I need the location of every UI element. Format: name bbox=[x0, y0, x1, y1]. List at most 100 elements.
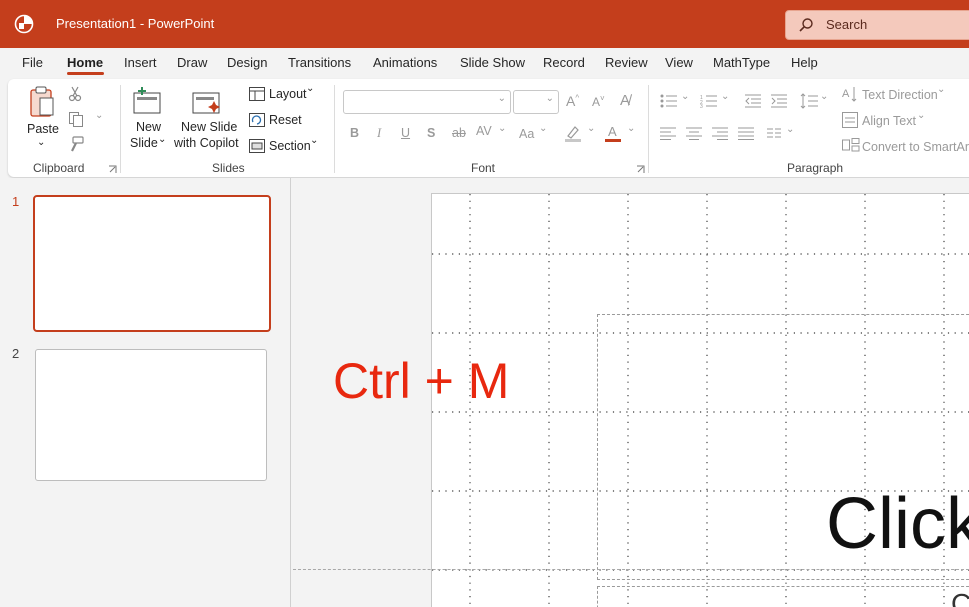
tab-animations[interactable]: Animations bbox=[373, 55, 437, 70]
align-left-icon[interactable] bbox=[660, 127, 676, 140]
font-name-select[interactable]: ⌄ bbox=[343, 90, 511, 114]
paste-button-label[interactable]: Paste bbox=[27, 122, 59, 136]
tab-transitions[interactable]: Transitions bbox=[288, 55, 351, 70]
tab-home[interactable]: Home bbox=[67, 55, 103, 70]
chevron-down-icon[interactable]: ⌄ bbox=[786, 124, 794, 135]
decrease-font-size-icon[interactable]: A˅ bbox=[592, 94, 605, 109]
clear-formatting-icon[interactable]: A̸ bbox=[620, 92, 630, 109]
copy-icon[interactable] bbox=[68, 111, 84, 127]
highlight-color-icon[interactable] bbox=[564, 125, 582, 143]
chevron-down-icon[interactable]: ⌄ bbox=[937, 84, 945, 95]
format-painter-icon[interactable] bbox=[68, 136, 84, 152]
tab-insert[interactable]: Insert bbox=[124, 55, 157, 70]
horizontal-guide[interactable] bbox=[293, 569, 969, 570]
clipboard-group-label: Clipboard bbox=[33, 161, 85, 175]
new-slide-copilot-label-2[interactable]: with Copilot bbox=[174, 136, 239, 150]
tab-slide-show[interactable]: Slide Show bbox=[460, 55, 525, 70]
slide-thumbnail-2[interactable] bbox=[35, 349, 267, 481]
chevron-down-icon[interactable]: ⌄ bbox=[820, 91, 828, 102]
align-center-icon[interactable] bbox=[686, 127, 702, 140]
font-size-select[interactable]: ⌄ bbox=[513, 90, 559, 114]
paste-chevron-down-icon[interactable]: ⌄ bbox=[37, 137, 45, 148]
font-group-label: Font bbox=[471, 161, 496, 175]
align-right-icon[interactable] bbox=[712, 127, 728, 140]
chevron-down-icon[interactable]: ⌄ bbox=[587, 123, 595, 134]
tab-record[interactable]: Record bbox=[543, 55, 585, 70]
text-direction-button[interactable]: Text Direction bbox=[862, 88, 938, 102]
convert-to-smartart-button[interactable]: Convert to SmartArt bbox=[862, 140, 969, 154]
tab-draw[interactable]: Draw bbox=[177, 55, 207, 70]
new-slide-label-1[interactable]: New bbox=[136, 120, 161, 134]
paragraph-group-label: Paragraph bbox=[787, 161, 844, 175]
strikethrough-icon[interactable]: ab bbox=[452, 126, 466, 140]
text-direction-icon[interactable]: A bbox=[842, 86, 858, 102]
dialog-launcher-icon[interactable] bbox=[636, 165, 645, 174]
copy-chevron-down-icon[interactable]: ⌄ bbox=[95, 110, 103, 121]
paste-icon[interactable] bbox=[28, 85, 56, 119]
character-spacing-icon[interactable]: AV bbox=[476, 124, 492, 138]
chevron-down-icon[interactable]: ⌄ bbox=[539, 123, 547, 134]
new-slide-icon[interactable] bbox=[133, 87, 163, 115]
slide-number-1: 1 bbox=[12, 194, 20, 209]
font-color-icon[interactable]: A bbox=[605, 124, 621, 143]
layout-chevron-down-icon[interactable]: ⌄ bbox=[306, 83, 314, 94]
slide-thumbnail-pane: 1 2 bbox=[0, 178, 290, 607]
ribbon-separator bbox=[334, 85, 335, 173]
tab-file[interactable]: File bbox=[22, 55, 43, 70]
svg-text:3: 3 bbox=[700, 104, 703, 108]
reset-button[interactable]: Reset bbox=[269, 113, 302, 127]
ribbon-home: Paste ⌄ ⌄ Clipboard New Slide ⌄ New Slid… bbox=[8, 79, 969, 177]
underline-icon[interactable]: U bbox=[401, 126, 410, 140]
increase-indent-icon[interactable] bbox=[771, 94, 787, 108]
svg-text:A: A bbox=[608, 124, 617, 139]
chevron-down-icon: ⌄ bbox=[545, 93, 554, 104]
tab-view[interactable]: View bbox=[665, 55, 693, 70]
chevron-down-icon[interactable]: ⌄ bbox=[721, 91, 729, 102]
chevron-down-icon[interactable]: ⌄ bbox=[627, 123, 635, 134]
powerpoint-logo-icon bbox=[14, 14, 34, 34]
text-shadow-icon[interactable]: S bbox=[427, 126, 435, 140]
numbering-icon[interactable]: 123 bbox=[700, 94, 718, 108]
section-icon[interactable] bbox=[249, 139, 265, 153]
bullets-icon[interactable] bbox=[660, 94, 678, 108]
increase-font-size-icon[interactable]: A^ bbox=[566, 93, 579, 109]
columns-icon[interactable] bbox=[767, 128, 781, 138]
cut-icon[interactable] bbox=[68, 86, 82, 102]
shortcut-overlay-text: Ctrl + M bbox=[333, 353, 510, 409]
line-spacing-icon[interactable] bbox=[800, 93, 818, 109]
section-chevron-down-icon[interactable]: ⌄ bbox=[310, 135, 318, 146]
tab-design[interactable]: Design bbox=[227, 55, 267, 70]
slide-thumbnail-1[interactable] bbox=[33, 195, 271, 332]
justify-icon[interactable] bbox=[738, 127, 754, 140]
section-button[interactable]: Section bbox=[269, 139, 311, 153]
copilot-slide-icon[interactable] bbox=[192, 89, 222, 115]
align-text-button[interactable]: Align Text bbox=[862, 114, 916, 128]
new-slide-label-2[interactable]: Slide bbox=[130, 136, 158, 150]
decrease-indent-icon[interactable] bbox=[745, 94, 761, 108]
chevron-down-icon[interactable]: ⌄ bbox=[498, 123, 506, 134]
search-input[interactable]: Search bbox=[785, 10, 969, 40]
layout-button[interactable]: Layout bbox=[269, 87, 307, 101]
document-title: Presentation1 - PowerPoint bbox=[56, 16, 215, 31]
ribbon-separator bbox=[648, 85, 649, 173]
italic-icon[interactable]: I bbox=[377, 126, 381, 141]
chevron-down-icon[interactable]: ⌄ bbox=[917, 110, 925, 121]
new-slide-copilot-label-1[interactable]: New Slide bbox=[181, 120, 237, 134]
title-placeholder-text[interactable]: Click bbox=[826, 483, 969, 565]
subtitle-placeholder[interactable] bbox=[597, 586, 969, 607]
bold-icon[interactable]: B bbox=[350, 126, 359, 140]
align-text-icon[interactable] bbox=[842, 112, 858, 128]
tab-review[interactable]: Review bbox=[605, 55, 648, 70]
tab-mathtype[interactable]: MathType bbox=[713, 55, 770, 70]
layout-icon[interactable] bbox=[249, 87, 265, 101]
reset-icon[interactable] bbox=[249, 113, 265, 127]
tab-help[interactable]: Help bbox=[791, 55, 818, 70]
slides-group-label: Slides bbox=[212, 161, 245, 175]
smartart-icon[interactable] bbox=[842, 138, 860, 152]
subtitle-placeholder-text[interactable]: C bbox=[951, 588, 969, 607]
chevron-down-icon[interactable]: ⌄ bbox=[681, 91, 689, 102]
title-bar: Presentation1 - PowerPoint Search bbox=[0, 0, 969, 48]
change-case-icon[interactable]: Aa bbox=[519, 127, 534, 141]
dialog-launcher-icon[interactable] bbox=[108, 165, 117, 174]
new-slide-chevron-down-icon[interactable]: ⌄ bbox=[158, 134, 166, 145]
